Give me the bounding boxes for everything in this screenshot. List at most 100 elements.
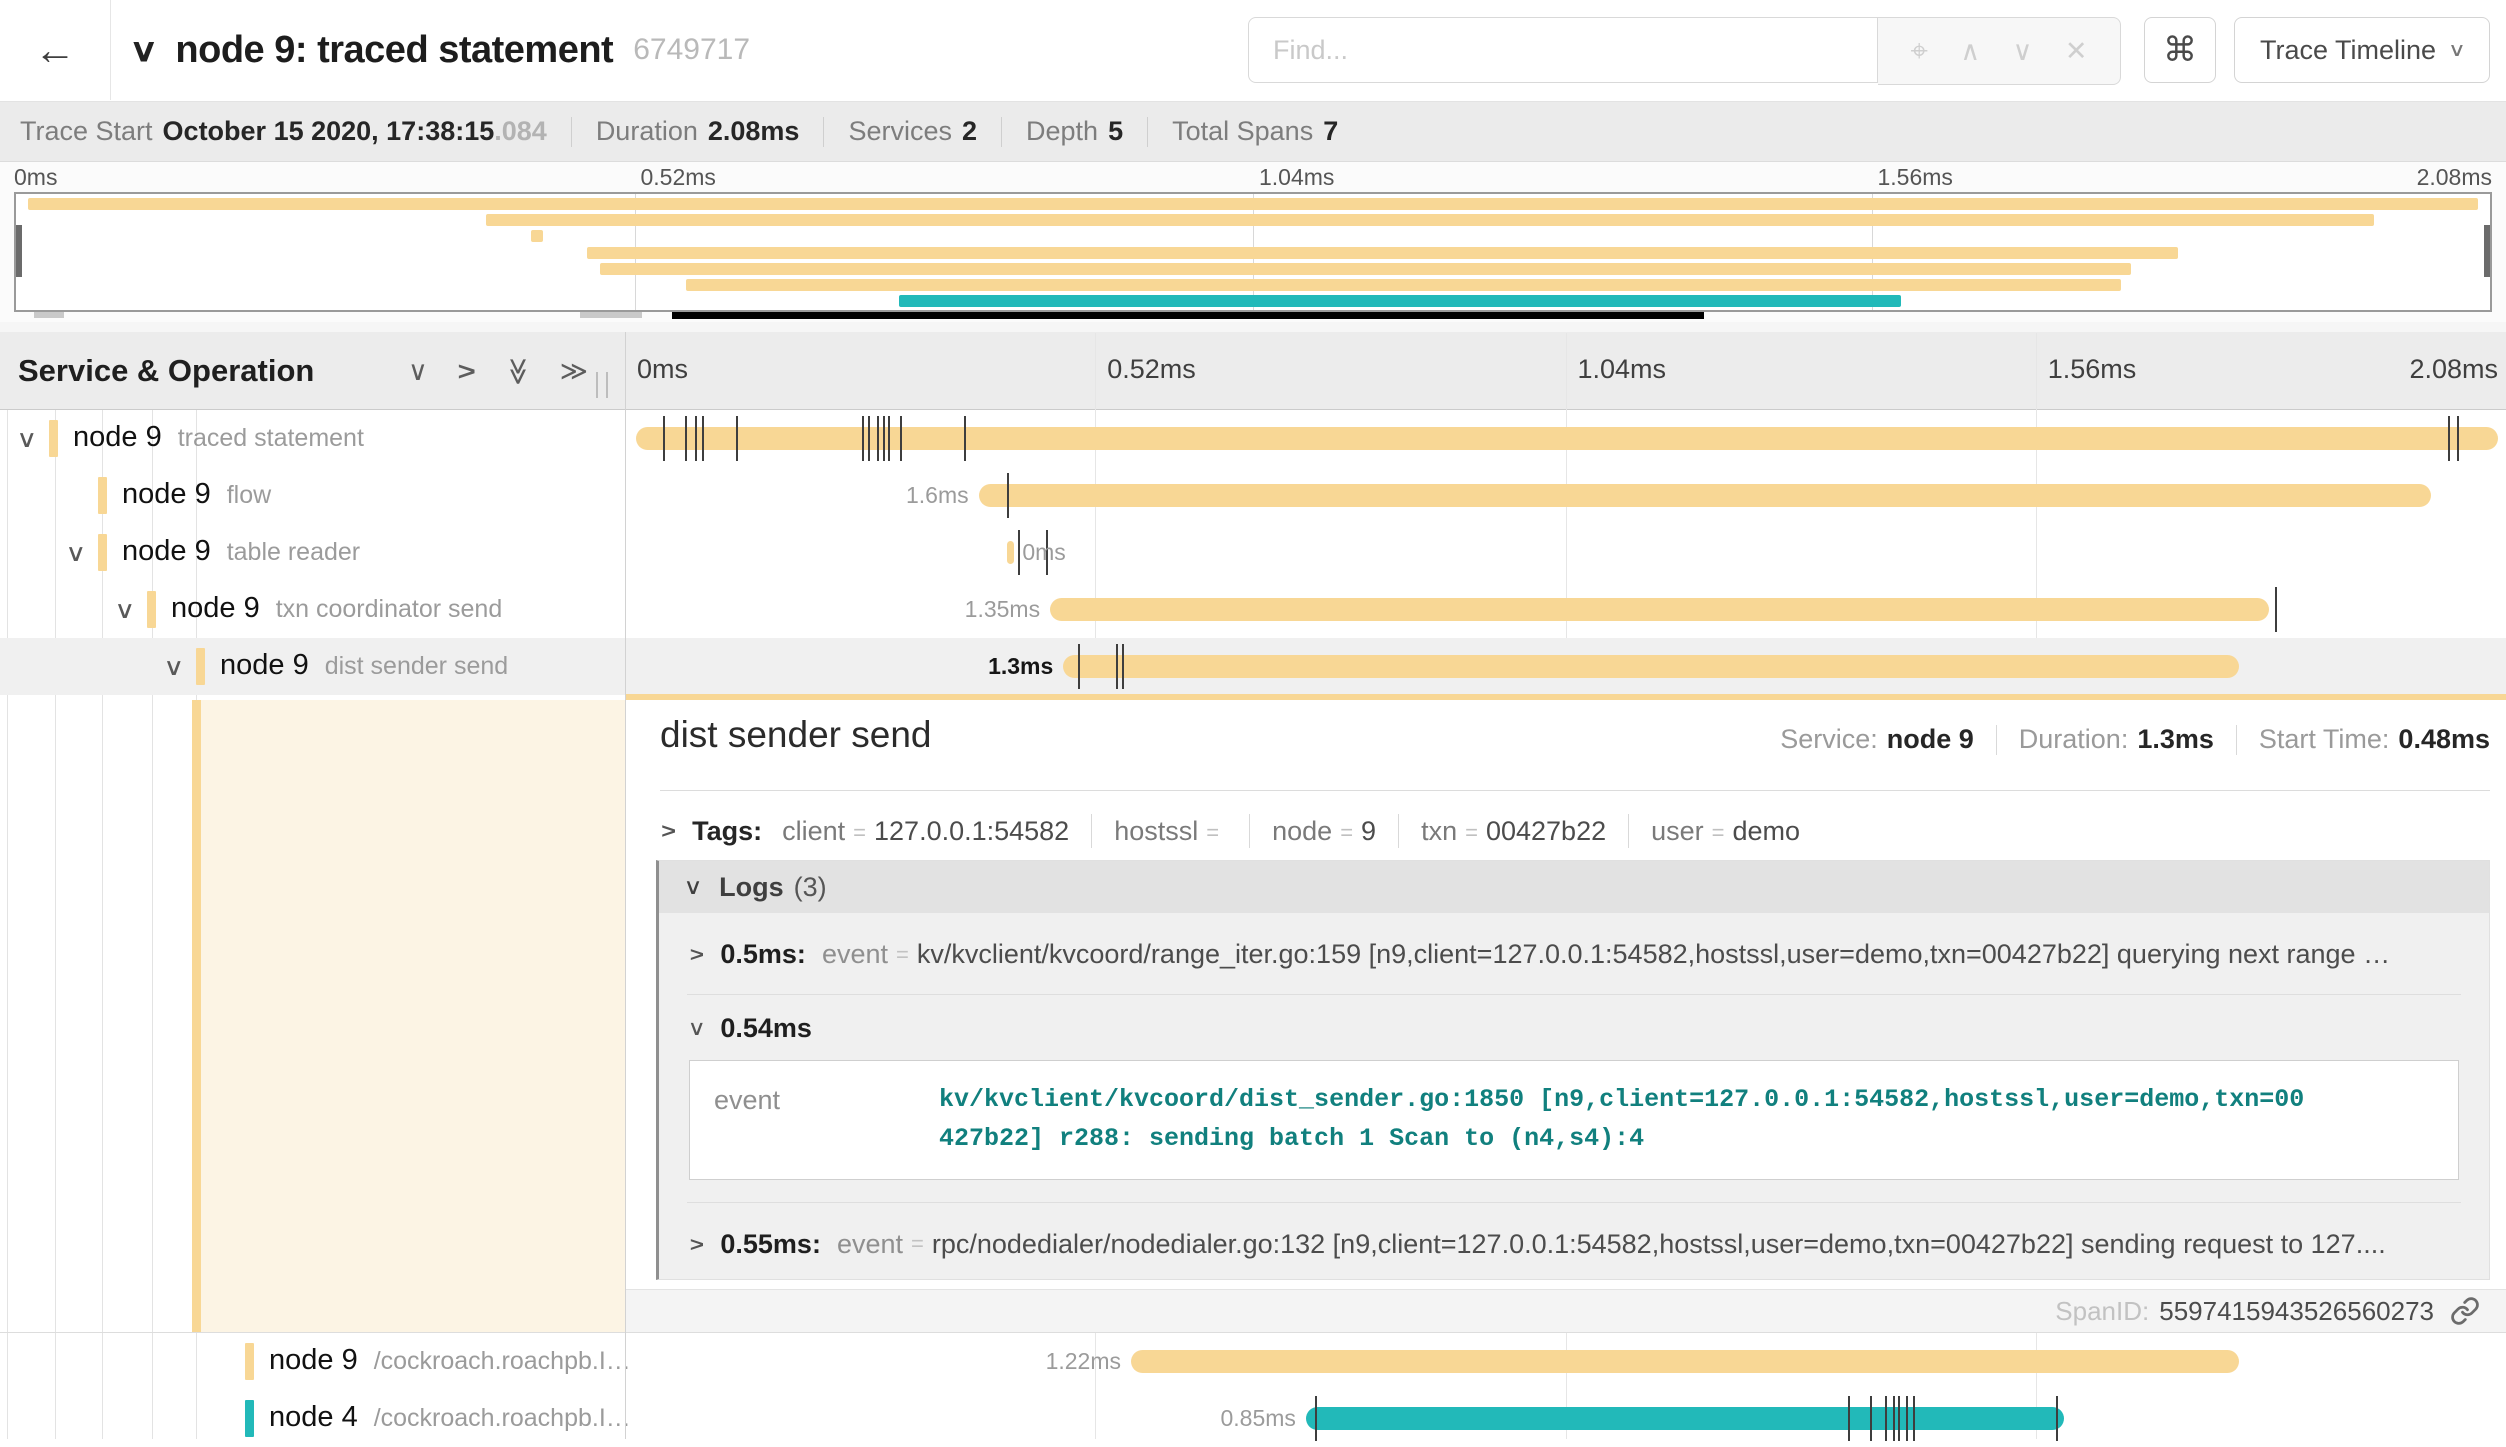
tags-accordion[interactable]: ∨ Tags: client=127.0.0.1:54582hostssl=no… xyxy=(660,806,1800,856)
log-tick-mark xyxy=(2457,416,2459,461)
log-tick-mark xyxy=(1898,1396,1900,1441)
span-timeline-cell: 0ms xyxy=(625,524,2506,581)
tag-value: 127.0.0.1:54582 xyxy=(874,816,1069,847)
span-duration-bar[interactable] xyxy=(979,484,2431,507)
minimap-handle-mark[interactable] xyxy=(580,312,642,318)
span-service-name: node 9flow xyxy=(122,478,271,511)
tree-controls: ∨ ∨ ≫ ≫ xyxy=(408,332,588,410)
span-duration-bar[interactable] xyxy=(636,427,2498,450)
tags-list: client=127.0.0.1:54582hostssl=node=9txn=… xyxy=(782,814,1800,848)
span-expander-icon[interactable]: ∨ xyxy=(65,539,86,568)
span-duration-bar[interactable] xyxy=(1306,1407,2064,1430)
span-id-value: 5597415943526560273 xyxy=(2159,1296,2434,1327)
separator xyxy=(1147,117,1148,147)
panel-divider[interactable] xyxy=(625,332,626,1439)
log-entry-header[interactable]: ∨0.54ms xyxy=(687,995,2461,1052)
span-duration-bar[interactable] xyxy=(1050,598,2269,621)
prev-result-icon[interactable]: ∧ xyxy=(1960,36,1980,67)
span-duration-bar[interactable] xyxy=(1063,655,2239,678)
span-row[interactable]: node 9/cockroach.roachpb.I…1.22ms xyxy=(0,1333,2506,1390)
span-operation-name: dist sender send xyxy=(325,652,508,680)
tag-key: node xyxy=(1272,816,1332,847)
span-operation-name: txn coordinator send xyxy=(276,595,503,623)
logs-body: ∨0.5ms:event=kv/kvclient/kvcoord/range_i… xyxy=(659,913,2489,1280)
separator xyxy=(823,117,824,147)
span-timeline-cell: 0.85ms xyxy=(625,1390,2506,1447)
span-operation-name: flow xyxy=(227,481,271,509)
log-tick-mark xyxy=(1870,1396,1872,1441)
minimap-span-bar xyxy=(686,279,2121,291)
span-row[interactable]: ∨node 9traced statement xyxy=(0,410,2506,467)
column-resizer-handle[interactable] xyxy=(596,372,608,398)
span-timeline-cell xyxy=(625,410,2506,467)
log-entry[interactable]: ∨0.55ms:event=rpc/nodedialer/nodedialer.… xyxy=(687,1202,2461,1281)
minimap-span-bar xyxy=(28,198,2477,210)
service-operation-header: Service & Operation xyxy=(18,332,314,410)
minimap-handle-mark[interactable] xyxy=(34,312,64,318)
span-row[interactable]: node 9flow 1.6ms xyxy=(0,467,2506,524)
logs-title: Logs xyxy=(719,872,784,903)
tag-equals: = xyxy=(1465,820,1478,846)
minimap-right-handle[interactable] xyxy=(2484,225,2490,277)
detail-meta-label: Service: xyxy=(1780,724,1878,754)
chevron-right-icon: ∨ xyxy=(687,946,709,963)
detail-meta-value: node 9 xyxy=(1887,724,1974,754)
trace-view-selector[interactable]: Trace Timeline ∨ xyxy=(2234,17,2490,83)
collapse-all-icon[interactable]: ≫ xyxy=(502,357,533,385)
summary-item: Total Spans7 xyxy=(1172,116,1338,147)
log-field-key: event xyxy=(837,1229,903,1260)
log-timestamp: 0.54ms xyxy=(720,1013,812,1044)
span-expander-icon[interactable]: ∨ xyxy=(16,425,37,454)
log-tick-mark xyxy=(862,416,864,461)
summary-value: 2 xyxy=(962,116,977,146)
timeline-tick-label: 0ms xyxy=(637,354,688,385)
separator xyxy=(1398,814,1399,848)
span-timeline-cell: 1.6ms xyxy=(625,467,2506,524)
log-tick-mark xyxy=(2056,1396,2058,1441)
keyboard-shortcuts-button[interactable]: ⌘ xyxy=(2144,17,2216,83)
expand-all-icon[interactable]: ≫ xyxy=(560,356,588,387)
chevron-right-icon: ∨ xyxy=(687,1236,709,1253)
log-tick-mark xyxy=(2448,416,2450,461)
expand-one-icon[interactable]: ∨ xyxy=(450,360,481,382)
summary-item: Trace StartOctober 15 2020, 17:38:15.084 xyxy=(20,116,547,147)
span-duration-bar[interactable] xyxy=(1131,1350,2239,1373)
log-tick-mark xyxy=(964,416,966,461)
minimap-canvas[interactable] xyxy=(14,192,2492,312)
trace-collapse-icon[interactable]: ∨ xyxy=(129,31,158,69)
span-row[interactable]: ∨node 9txn coordinator send1.35ms xyxy=(0,581,2506,638)
deep-link-icon[interactable] xyxy=(2450,1296,2480,1326)
back-button[interactable]: ← xyxy=(0,0,111,100)
span-detail-meta: Service:node 9Duration:1.3msStart Time:0… xyxy=(1780,724,2490,755)
span-row[interactable]: ∨node 9dist sender send1.3ms xyxy=(0,638,2506,695)
span-duration-label: 0.85ms xyxy=(1221,1405,1296,1432)
span-row[interactable]: ∨node 9table reader0ms xyxy=(0,524,2506,581)
clear-search-icon[interactable]: ✕ xyxy=(2065,36,2088,67)
logs-header[interactable]: ∨ Logs (3) xyxy=(659,861,2489,913)
summary-value: 5 xyxy=(1108,116,1123,146)
find-input[interactable] xyxy=(1248,17,1878,83)
minimap-scrubber[interactable] xyxy=(672,312,1704,319)
log-tick-mark xyxy=(702,416,704,461)
next-result-icon[interactable]: ∨ xyxy=(2013,36,2033,67)
detail-meta-value: 0.48ms xyxy=(2398,724,2490,754)
log-timestamp: 0.5ms: xyxy=(720,939,806,970)
log-entry[interactable]: ∨0.5ms:event=kv/kvclient/kvcoord/range_i… xyxy=(687,913,2461,994)
span-expander-icon[interactable]: ∨ xyxy=(114,596,135,625)
locate-icon[interactable]: ⌖ xyxy=(1910,33,1927,70)
log-entry-expanded: ∨0.54mseventkv/kvclient/kvcoord/dist_sen… xyxy=(687,994,2461,1180)
tag-value: demo xyxy=(1733,816,1801,847)
span-expander-icon[interactable]: ∨ xyxy=(163,653,184,682)
chevron-down-icon: ∨ xyxy=(2448,39,2466,62)
log-tick-mark xyxy=(1018,530,1020,575)
span-duration-bar[interactable] xyxy=(1007,541,1015,564)
span-duration-label: 1.35ms xyxy=(965,596,1040,623)
divider xyxy=(660,790,2490,791)
collapse-one-icon[interactable]: ∨ xyxy=(408,356,428,387)
logs-count: (3) xyxy=(794,872,827,903)
span-accent-bar xyxy=(626,694,2506,700)
log-tick-mark xyxy=(883,416,885,461)
span-row[interactable]: node 4/cockroach.roachpb.I…0.85ms xyxy=(0,1390,2506,1447)
minimap-left-handle[interactable] xyxy=(16,225,22,277)
span-color-bar xyxy=(196,648,205,685)
